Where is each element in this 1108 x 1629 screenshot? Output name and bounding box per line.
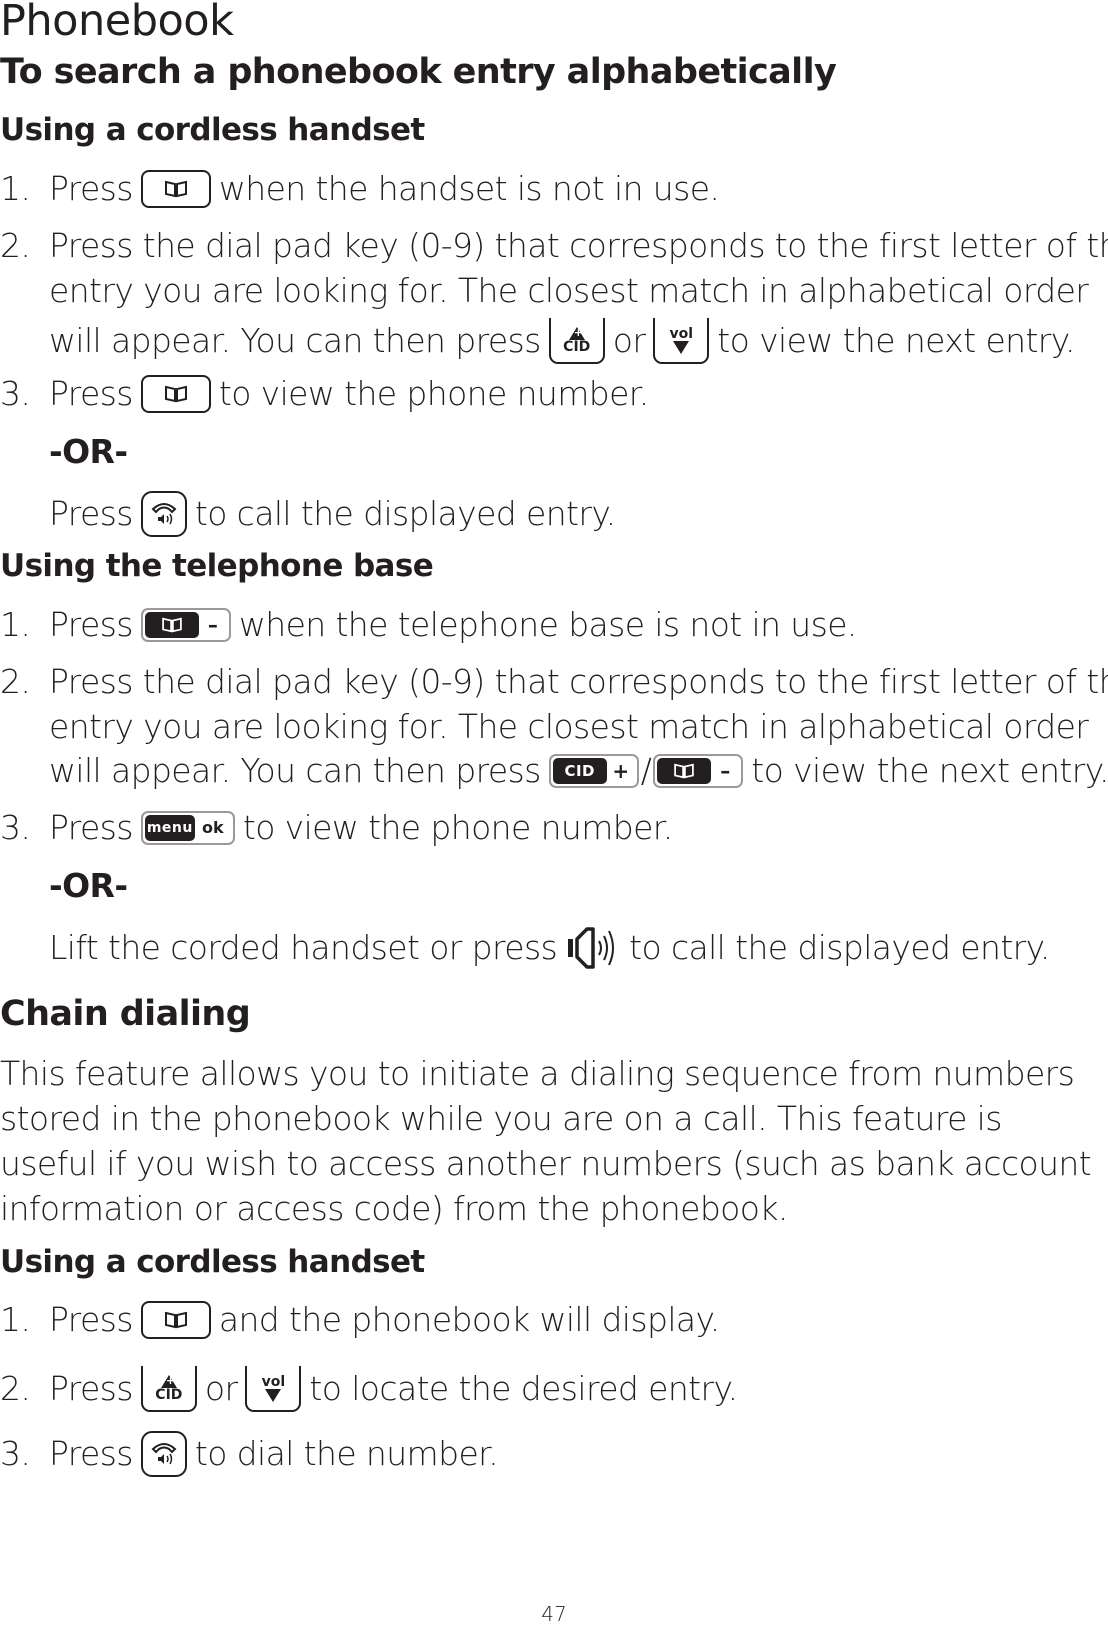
base-step-2-line-2: entry you are looking for. The closest m…	[0, 707, 1089, 747]
handset-step-3: 3. Press to view the phone number.	[0, 374, 649, 414]
plus-glyph: +	[573, 325, 583, 339]
paragraph-line: information or access code) from the pho…	[0, 1189, 788, 1228]
step-text: Press	[49, 374, 133, 413]
paragraph-line: useful if you wish to access another num…	[0, 1144, 1092, 1183]
speakerphone-icon	[565, 925, 621, 971]
minus-glyph: –	[207, 613, 218, 637]
step-text: when the telephone base is not in use.	[238, 605, 858, 644]
cid-up-key-icon: + CID	[140, 1366, 197, 1412]
chain-step-2: 2. Press + CID or vol to locate the desi…	[0, 1366, 738, 1412]
chain-step-1: 1. Press and the phonebook will display.	[0, 1300, 720, 1340]
down-arrow-icon	[265, 1388, 282, 1402]
handset-step-1: 1. Press when the handset is not in use.	[0, 169, 720, 209]
phonebook-icon	[144, 612, 199, 638]
step-text: Press the dial pad key (0-9) that corres…	[49, 662, 1108, 701]
page-title: Phonebook	[0, 0, 234, 46]
step-text: will appear. You can then press	[49, 321, 541, 360]
handset-step-2-line-3: will appear. You can then press + CID or…	[0, 318, 1075, 364]
step-number: 1.	[0, 605, 31, 644]
base-alt-step: Lift the corded handset or press to call…	[0, 925, 1050, 971]
step-text: Press the dial pad key (0-9) that corres…	[49, 226, 1108, 265]
step-number: 1.	[0, 169, 31, 208]
slash-separator: /	[640, 751, 652, 790]
step-number: 3.	[0, 1434, 31, 1473]
cid-label: CID	[552, 758, 607, 784]
step-text: entry you are looking for. The closest m…	[49, 707, 1089, 746]
step-number: 2.	[0, 226, 31, 265]
section-title-search: To search a phonebook entry alphabetical…	[0, 52, 837, 92]
subsection-title-handset-chain: Using a cordless handset	[0, 1244, 425, 1280]
step-text: Lift the corded handset or press	[49, 928, 558, 967]
paragraph-line: stored in the phonebook while you are on…	[0, 1099, 1002, 1138]
step-text: Press	[49, 494, 133, 533]
base-step-2-line-3: will appear. You can then press CID + / …	[0, 751, 1108, 791]
step-number: 3.	[0, 374, 31, 413]
menu-label: menu	[144, 815, 195, 841]
talk-speaker-key-icon	[140, 1431, 187, 1477]
handset-step-2-line-1: 2. Press the dial pad key (0-9) that cor…	[0, 226, 1108, 266]
or-label: -OR-	[49, 866, 128, 905]
minus-glyph: –	[720, 759, 731, 783]
handset-step-2-line-2: entry you are looking for. The closest m…	[0, 271, 1089, 311]
step-text: to call the displayed entry.	[194, 494, 616, 533]
phonebook-key-icon	[140, 170, 211, 208]
step-text: Press	[49, 169, 133, 208]
vol-label: vol	[261, 1373, 286, 1390]
chain-dialing-description: This feature allows you to initiate a di…	[0, 1051, 1092, 1231]
section-title-chain-dialing: Chain dialing	[0, 994, 251, 1034]
step-text: to view the next entry.	[751, 751, 1108, 790]
step-number: 2.	[0, 1369, 31, 1408]
base-step-3: 3. Press menu ok to view the phone numbe…	[0, 808, 673, 848]
base-phonebook-minus-key-icon: –	[140, 608, 231, 642]
step-text: to dial the number.	[194, 1434, 499, 1473]
step-text: and the phonebook will display.	[218, 1300, 720, 1339]
down-arrow-icon	[673, 340, 690, 354]
cid-up-key-icon: + CID	[548, 318, 605, 364]
step-text: Press	[49, 1369, 133, 1408]
phonebook-key-icon	[140, 375, 211, 413]
step-text: Press	[49, 1434, 133, 1473]
base-cid-plus-key-icon: CID +	[548, 754, 639, 788]
step-text: when the handset is not in use.	[218, 169, 720, 208]
step-text: Press	[49, 808, 133, 847]
step-number: 2.	[0, 662, 31, 701]
plus-glyph: +	[612, 759, 630, 783]
step-text: to locate the desired entry.	[309, 1369, 738, 1408]
step-text: to view the phone number.	[242, 808, 673, 847]
step-text: will appear. You can then press	[49, 751, 541, 790]
chain-step-3: 3. Press to dial the number.	[0, 1431, 499, 1477]
talk-speaker-key-icon	[140, 491, 187, 537]
cid-label: CID	[563, 338, 591, 355]
base-step-2-line-1: 2. Press the dial pad key (0-9) that cor…	[0, 662, 1108, 702]
step-text: or	[204, 1369, 238, 1408]
step-text: Press	[49, 605, 133, 644]
step-text: to call the displayed entry.	[629, 928, 1050, 967]
handset-alt-step: Press to call the displayed entry.	[0, 491, 616, 537]
vol-label: vol	[669, 325, 694, 342]
subsection-title-handset: Using a cordless handset	[0, 112, 425, 148]
step-text: Press	[49, 1300, 133, 1339]
vol-down-key-icon: vol	[245, 1366, 302, 1412]
subsection-title-base: Using the telephone base	[0, 548, 434, 584]
paragraph-line: This feature allows you to initiate a di…	[0, 1054, 1075, 1093]
or-label: -OR-	[49, 432, 128, 471]
vol-down-key-icon: vol	[653, 318, 710, 364]
menu-ok-key-icon: menu ok	[140, 811, 235, 845]
plus-glyph: +	[165, 1373, 175, 1387]
step-text: to view the phone number.	[218, 374, 649, 413]
cid-label: CID	[155, 1386, 183, 1403]
up-arrow-icon: +	[160, 1373, 177, 1388]
ok-label: ok	[202, 818, 224, 837]
step-text: entry you are looking for. The closest m…	[49, 271, 1089, 310]
phonebook-icon	[657, 758, 712, 784]
up-arrow-icon: +	[568, 325, 585, 340]
phonebook-key-icon	[140, 1301, 211, 1339]
page-number: 47	[541, 1602, 567, 1626]
step-text: or	[612, 321, 646, 360]
step-text: to view the next entry.	[717, 321, 1075, 360]
base-phonebook-minus-key-icon: –	[653, 754, 744, 788]
base-step-1: 1. Press – when the telephone base is no…	[0, 605, 857, 645]
step-number: 3.	[0, 808, 31, 847]
step-number: 1.	[0, 1300, 31, 1339]
